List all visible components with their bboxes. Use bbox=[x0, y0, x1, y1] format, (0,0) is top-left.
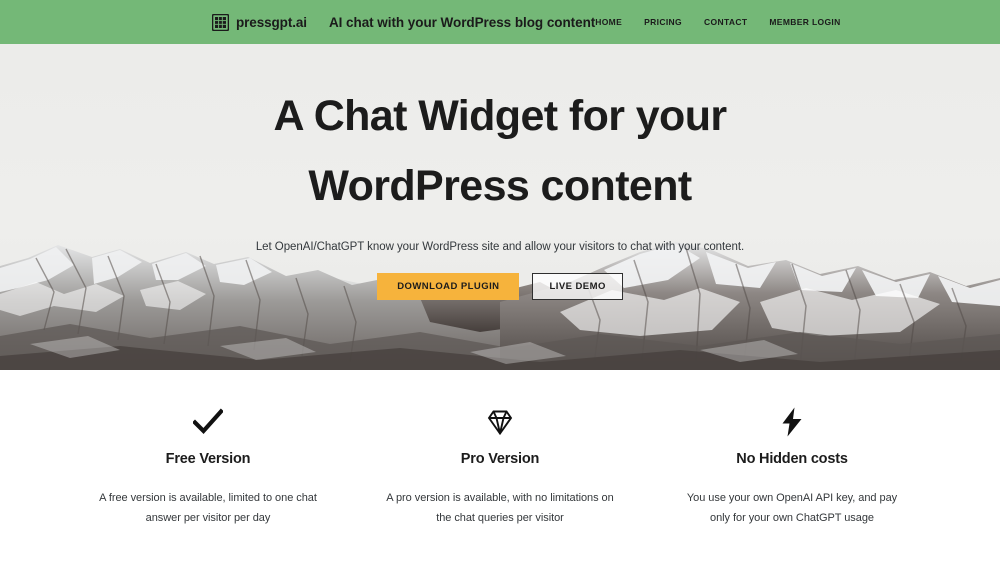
feature-description: A pro version is available, with no limi… bbox=[386, 492, 614, 525]
nav-item-member-login[interactable]: MEMBER LOGIN bbox=[769, 17, 840, 27]
checkmark-icon bbox=[94, 407, 322, 437]
brand-logo[interactable]: pressgpt.ai bbox=[212, 13, 307, 31]
nav-item-contact[interactable]: CONTACT bbox=[704, 17, 747, 27]
header-inner: pressgpt.ai AI chat with your WordPress … bbox=[0, 0, 1000, 44]
nav-item-pricing[interactable]: PRICING bbox=[644, 17, 682, 27]
live-demo-button[interactable]: LIVE DEMO bbox=[532, 273, 623, 301]
feature-pro-version: Pro Version A pro version is available, … bbox=[386, 407, 614, 529]
feature-title: Free Version bbox=[165, 451, 251, 467]
header-tagline: AI chat with your WordPress blog content bbox=[328, 14, 596, 30]
diamond-icon bbox=[386, 407, 614, 437]
hero-section: A Chat Widget for your WordPress content… bbox=[0, 44, 1000, 370]
hero-title-line-2: WordPress content bbox=[308, 161, 692, 210]
lightning-bolt-icon bbox=[678, 407, 906, 437]
features-row: Free Version A free version is available… bbox=[94, 407, 906, 529]
site-header: pressgpt.ai AI chat with your WordPress … bbox=[0, 0, 1000, 44]
page-title: A Chat Widget for your WordPress content bbox=[0, 82, 1000, 221]
grid-logo-icon bbox=[212, 13, 229, 31]
brand-name: pressgpt.ai bbox=[236, 14, 307, 30]
feature-no-hidden-costs: No Hidden costs You use your own OpenAI … bbox=[678, 407, 906, 529]
feature-description: You use your own OpenAI API key, and pay… bbox=[686, 492, 898, 525]
feature-title: No Hidden costs bbox=[736, 451, 848, 467]
nav-item-home[interactable]: HOME bbox=[595, 17, 622, 27]
features-section: Free Version A free version is available… bbox=[0, 370, 1000, 529]
feature-description: A free version is available, limited to … bbox=[99, 492, 317, 525]
hero-content: A Chat Widget for your WordPress content… bbox=[0, 44, 1000, 301]
hero-cta-group: DOWNLOAD PLUGIN LIVE DEMO bbox=[0, 273, 1000, 301]
hero-subtitle: Let OpenAI/ChatGPT know your WordPress s… bbox=[255, 241, 745, 254]
hero-title-line-1: A Chat Widget for your bbox=[273, 92, 727, 140]
feature-free-version: Free Version A free version is available… bbox=[94, 407, 322, 529]
download-plugin-button[interactable]: DOWNLOAD PLUGIN bbox=[377, 273, 520, 301]
main-navigation: HOME PRICING CONTACT MEMBER LOGIN bbox=[595, 17, 840, 27]
landing-page: pressgpt.ai AI chat with your WordPress … bbox=[0, 0, 1000, 563]
feature-title: Pro Version bbox=[460, 451, 540, 467]
